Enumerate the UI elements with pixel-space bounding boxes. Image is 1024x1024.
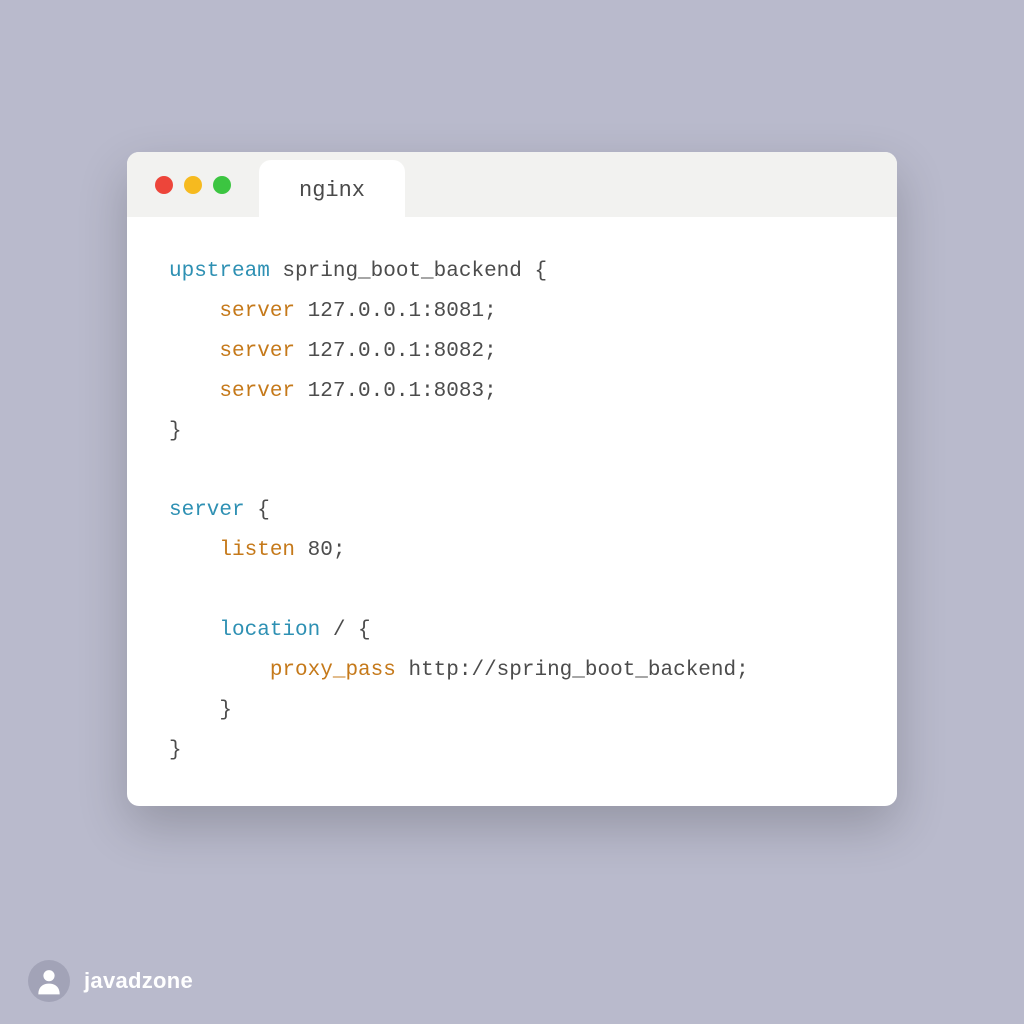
code-token: location bbox=[219, 619, 320, 642]
code-token: proxy_pass bbox=[270, 659, 396, 682]
footer: javadzone bbox=[28, 960, 193, 1002]
code-content: upstream spring_boot_backend { server 12… bbox=[127, 217, 897, 806]
code-token: } bbox=[169, 739, 182, 762]
code-token: spring_boot_backend { bbox=[270, 260, 547, 283]
code-token: 127.0.0.1:8081; bbox=[295, 300, 497, 323]
code-line: } bbox=[169, 731, 867, 771]
code-token: upstream bbox=[169, 260, 270, 283]
user-icon bbox=[33, 965, 65, 997]
code-token: 80; bbox=[295, 539, 345, 562]
code-line: } bbox=[169, 412, 867, 452]
close-icon[interactable] bbox=[155, 176, 173, 194]
code-token: listen bbox=[219, 539, 295, 562]
code-token bbox=[169, 300, 219, 323]
code-token: { bbox=[245, 499, 270, 522]
code-line: location / { bbox=[169, 611, 867, 651]
username-label: javadzone bbox=[84, 968, 193, 994]
tab-nginx[interactable]: nginx bbox=[259, 160, 405, 217]
code-line bbox=[169, 451, 867, 491]
window-titlebar: nginx bbox=[127, 152, 897, 217]
code-line: server 127.0.0.1:8083; bbox=[169, 372, 867, 412]
code-token: server bbox=[219, 300, 295, 323]
code-line: listen 80; bbox=[169, 531, 867, 571]
code-token: } bbox=[169, 420, 182, 443]
code-token bbox=[169, 659, 270, 682]
code-line: server { bbox=[169, 491, 867, 531]
code-token bbox=[169, 539, 219, 562]
code-token: 127.0.0.1:8083; bbox=[295, 380, 497, 403]
code-line: } bbox=[169, 691, 867, 731]
avatar bbox=[28, 960, 70, 1002]
traffic-lights bbox=[155, 176, 231, 194]
code-token: http://spring_boot_backend; bbox=[396, 659, 749, 682]
code-token: server bbox=[169, 499, 245, 522]
code-token: } bbox=[169, 699, 232, 722]
code-line: server 127.0.0.1:8082; bbox=[169, 332, 867, 372]
maximize-icon[interactable] bbox=[213, 176, 231, 194]
code-line: upstream spring_boot_backend { bbox=[169, 252, 867, 292]
code-token: server bbox=[219, 380, 295, 403]
code-line bbox=[169, 571, 867, 611]
code-line: proxy_pass http://spring_boot_backend; bbox=[169, 651, 867, 691]
code-token bbox=[169, 340, 219, 363]
code-token: 127.0.0.1:8082; bbox=[295, 340, 497, 363]
code-line: server 127.0.0.1:8081; bbox=[169, 292, 867, 332]
code-token: / { bbox=[320, 619, 370, 642]
minimize-icon[interactable] bbox=[184, 176, 202, 194]
code-token bbox=[169, 619, 219, 642]
code-token bbox=[169, 380, 219, 403]
code-window: nginx upstream spring_boot_backend { ser… bbox=[127, 152, 897, 806]
code-token: server bbox=[219, 340, 295, 363]
